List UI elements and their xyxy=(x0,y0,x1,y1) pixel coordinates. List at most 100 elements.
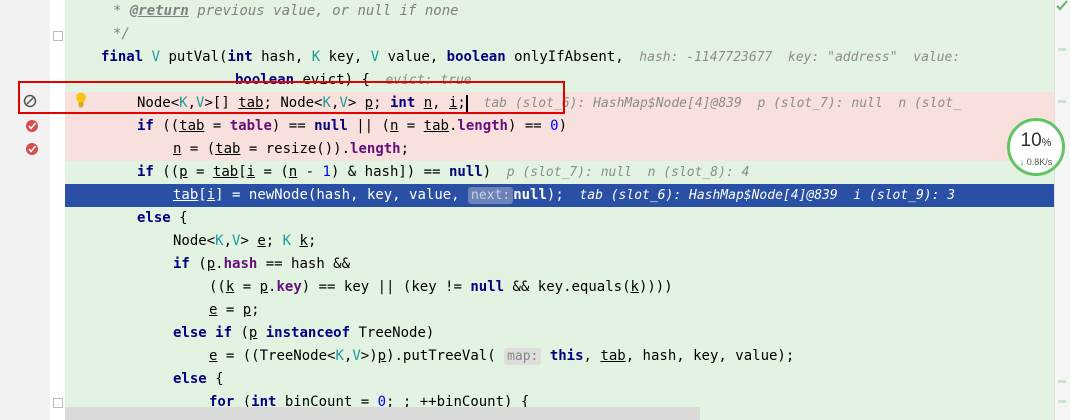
code-token: = xyxy=(187,164,213,180)
fold-marker-icon[interactable] xyxy=(53,31,63,41)
code-line[interactable]: else { xyxy=(65,368,1055,391)
code-token: i xyxy=(206,187,216,203)
code-token: ); xyxy=(546,187,564,203)
code-text: else if (p instanceof TreeNode) xyxy=(173,322,434,345)
inline-debug-value: hash: -1147723677 key: "address" value: xyxy=(623,50,961,65)
code-line[interactable]: * @return previous value, or null if non… xyxy=(65,0,1055,23)
code-token: null xyxy=(314,118,348,134)
code-token: ) & hash]) == xyxy=(330,164,449,180)
code-token: p xyxy=(242,302,252,318)
code-token: null xyxy=(470,279,505,295)
code-token: = ( xyxy=(255,164,289,180)
code-text: if ((p = tab[i = (n - 1) & hash]) == nul… xyxy=(137,161,749,184)
code-token: null xyxy=(448,164,483,180)
warning-stripe[interactable] xyxy=(1058,100,1066,103)
code-line[interactable]: */ xyxy=(65,23,1055,46)
code-token: ) == key || (key != xyxy=(301,279,471,295)
code-token: ) == xyxy=(507,118,551,134)
code-token: else xyxy=(173,371,216,387)
code-token: (( xyxy=(162,164,180,180)
code-text: n = (tab = resize()).length; xyxy=(173,138,409,161)
code-token: k xyxy=(299,233,308,249)
code-token: ).putTreeVal( xyxy=(386,348,505,364)
code-token: @return xyxy=(129,3,189,19)
down-arrow-icon: ↓ xyxy=(1019,157,1025,167)
code-line[interactable]: ((k = p.key) == key || (key != null && k… xyxy=(65,276,1055,299)
code-token: [ xyxy=(238,164,247,180)
warning-stripe[interactable] xyxy=(1058,400,1066,403)
code-token: length xyxy=(457,118,508,134)
code-text: ((k = p.key) == key || (key != null && k… xyxy=(209,276,673,299)
breakpoint-icon[interactable] xyxy=(25,142,39,156)
highlight-box xyxy=(18,81,565,114)
code-token: { xyxy=(179,210,188,226)
code-token: . xyxy=(215,256,224,272)
code-token: onlyIfAbsent, xyxy=(514,49,624,65)
code-token: ; xyxy=(265,233,283,249)
breakpoint-icon[interactable] xyxy=(25,119,39,133)
code-token: , xyxy=(583,348,601,364)
code-line[interactable]: else if (p instanceof TreeNode) xyxy=(65,322,1055,345)
code-token: k xyxy=(630,279,639,295)
code-token: instanceof xyxy=(265,325,359,341)
code-token: = ( xyxy=(181,141,216,157)
horizontal-scrollbar[interactable] xyxy=(65,407,700,420)
vertical-scrollbar[interactable] xyxy=(1054,0,1070,420)
code-token: = xyxy=(217,302,243,318)
code-line[interactable]: e = p; xyxy=(65,299,1055,322)
code-token: Node< xyxy=(173,233,216,249)
code-token: length xyxy=(350,141,401,157)
code-token: hash, xyxy=(261,49,312,65)
code-editor[interactable]: * @return previous value, or null if non… xyxy=(65,0,1055,420)
code-token: 1 xyxy=(322,164,331,180)
code-token: i xyxy=(246,164,256,180)
code-text: * @return previous value, or null if non… xyxy=(113,0,459,23)
fold-marker-icon[interactable] xyxy=(53,398,63,408)
cpu-percent: 10% xyxy=(1020,130,1052,151)
code-token: K xyxy=(311,49,321,65)
code-line[interactable]: final V putVal(int hash, K key, V value,… xyxy=(65,46,1055,69)
code-token: V xyxy=(352,348,361,364)
warning-stripe[interactable] xyxy=(1058,48,1066,51)
code-token: V xyxy=(151,49,161,65)
speed-readout: ↓ 0.8K/s xyxy=(1019,157,1053,167)
code-token: else if xyxy=(173,325,241,341)
code-token: e xyxy=(257,233,266,249)
code-text: */ xyxy=(113,23,130,46)
code-token: p xyxy=(179,164,188,180)
network-speed-widget[interactable]: 10% ↓ 0.8K/s xyxy=(1007,118,1065,176)
inline-debug-value: p (slot_7): null n (slot_8): 4 xyxy=(491,165,750,180)
code-token: ( xyxy=(198,256,207,272)
execution-point-line[interactable]: tab[i] = newNode(hash, key, value, next:… xyxy=(65,184,1055,207)
code-token: null xyxy=(513,187,547,203)
breakpoint-line[interactable]: n = (tab = resize()).length; xyxy=(65,138,1055,161)
code-token: ; xyxy=(400,141,410,157)
code-token: K xyxy=(282,233,292,249)
breakpoint-line[interactable]: if ((tab = table) == null || (n = tab.le… xyxy=(65,115,1055,138)
code-text: final V putVal(int hash, K key, V value,… xyxy=(101,46,960,69)
code-token: boolean xyxy=(446,49,515,65)
code-line[interactable]: if ((p = tab[i = (n - 1) & hash]) == nul… xyxy=(65,161,1055,184)
code-line[interactable]: if (p.hash == hash && xyxy=(65,253,1055,276)
code-token: K xyxy=(215,233,224,249)
code-token: previous value, or null if none xyxy=(188,3,459,19)
code-line[interactable]: else { xyxy=(65,207,1055,230)
code-token: else xyxy=(137,210,180,226)
code-token: || ( xyxy=(347,118,390,134)
code-token: value, xyxy=(379,49,447,65)
fold-column[interactable] xyxy=(50,0,65,420)
code-token: - xyxy=(297,164,323,180)
code-line[interactable]: Node<K,V> e; K k; xyxy=(65,230,1055,253)
code-token: table xyxy=(229,118,272,134)
code-token: tab xyxy=(179,118,205,134)
editor-gutter[interactable] xyxy=(0,0,50,420)
code-token: tab xyxy=(173,187,199,203)
code-line[interactable]: e = ((TreeNode<K,V>)p).putTreeVal( map: … xyxy=(65,345,1055,368)
code-token: [ xyxy=(198,187,207,203)
code-token: = resize()). xyxy=(240,141,351,157)
code-token: if xyxy=(137,164,163,180)
code-token: (( xyxy=(209,279,226,295)
code-text: if ((tab = table) == null || (n = tab.le… xyxy=(137,115,567,138)
code-token: TreeNode) xyxy=(358,325,435,341)
warning-stripe[interactable] xyxy=(1058,380,1066,383)
